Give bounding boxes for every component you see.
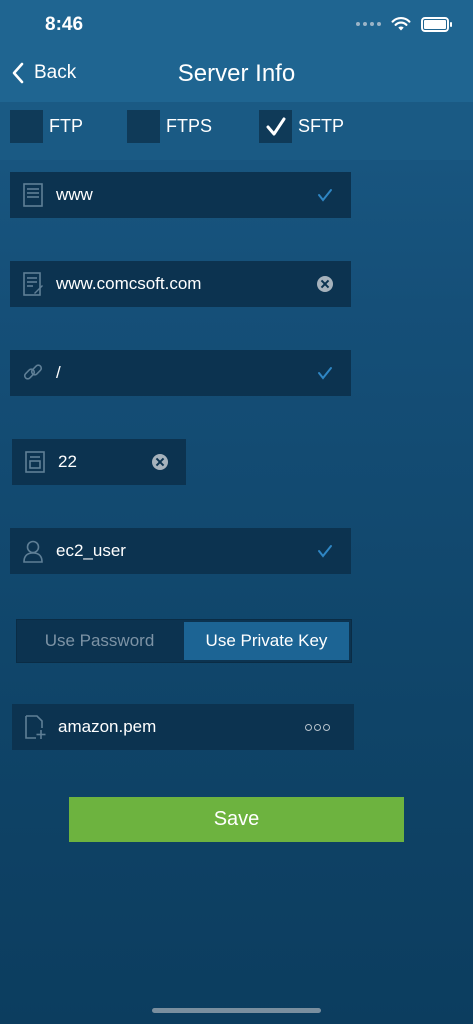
cellular-signal-icon: [356, 22, 381, 26]
more-options-icon[interactable]: [305, 723, 330, 731]
host-field[interactable]: www.comcsoft.com: [10, 261, 351, 307]
protocol-sftp-checkbox[interactable]: SFTP: [259, 110, 344, 143]
use-private-key-segment[interactable]: Use Private Key: [184, 622, 349, 660]
username-field[interactable]: ec2_user: [10, 528, 351, 574]
protocol-ftps-checkbox[interactable]: FTPS: [127, 110, 212, 143]
wifi-icon: [391, 17, 411, 31]
status-icons: [356, 16, 452, 32]
port-field[interactable]: 22: [12, 439, 186, 485]
checkmark-icon: [315, 541, 335, 561]
clear-icon: [317, 276, 333, 292]
port-icon: [25, 451, 45, 473]
protocol-label: FTP: [49, 116, 83, 136]
back-button[interactable]: Back: [12, 62, 76, 84]
clear-button[interactable]: [315, 274, 335, 294]
protocol-label: SFTP: [298, 116, 345, 136]
server-name-value: www: [56, 185, 93, 204]
use-password-segment[interactable]: Use Password: [17, 620, 182, 662]
status-time: 8:46: [45, 14, 84, 35]
path-field[interactable]: /: [10, 350, 351, 396]
path-value: /: [56, 363, 61, 382]
auth-method-segmented-control: Use Password Use Private Key: [16, 619, 352, 663]
checkbox-box: [259, 110, 292, 143]
username-value: ec2_user: [56, 541, 126, 560]
protocol-ftp-checkbox[interactable]: FTP: [10, 110, 83, 143]
user-icon: [23, 540, 43, 563]
host-document-icon: [23, 272, 43, 296]
status-bar: 8:46: [0, 0, 473, 50]
server-icon: [23, 183, 43, 207]
key-file-value: amazon.pem: [58, 717, 157, 736]
protocol-label: FTPS: [166, 116, 213, 136]
server-name-field[interactable]: www: [10, 172, 351, 218]
back-label: Back: [34, 62, 77, 83]
link-icon: [23, 364, 43, 380]
chevron-left-icon: [12, 62, 24, 84]
clear-button[interactable]: [150, 452, 170, 472]
checkmark-icon: [266, 117, 285, 135]
home-indicator: [152, 1008, 321, 1013]
host-value: www.comcsoft.com: [56, 274, 202, 293]
checkmark-icon: [315, 363, 335, 383]
port-value: 22: [58, 452, 77, 471]
battery-icon: [421, 16, 452, 32]
checkbox-box: [127, 110, 160, 143]
add-file-icon: [25, 715, 46, 739]
navigation-bar: Server Info Back: [0, 50, 473, 102]
clear-icon: [152, 454, 168, 470]
checkmark-icon: [315, 185, 335, 205]
private-key-file-field[interactable]: amazon.pem: [12, 704, 354, 750]
save-button[interactable]: Save: [69, 797, 404, 842]
protocol-selector: FTP FTPS SFTP: [0, 102, 473, 160]
checkbox-box: [10, 110, 43, 143]
